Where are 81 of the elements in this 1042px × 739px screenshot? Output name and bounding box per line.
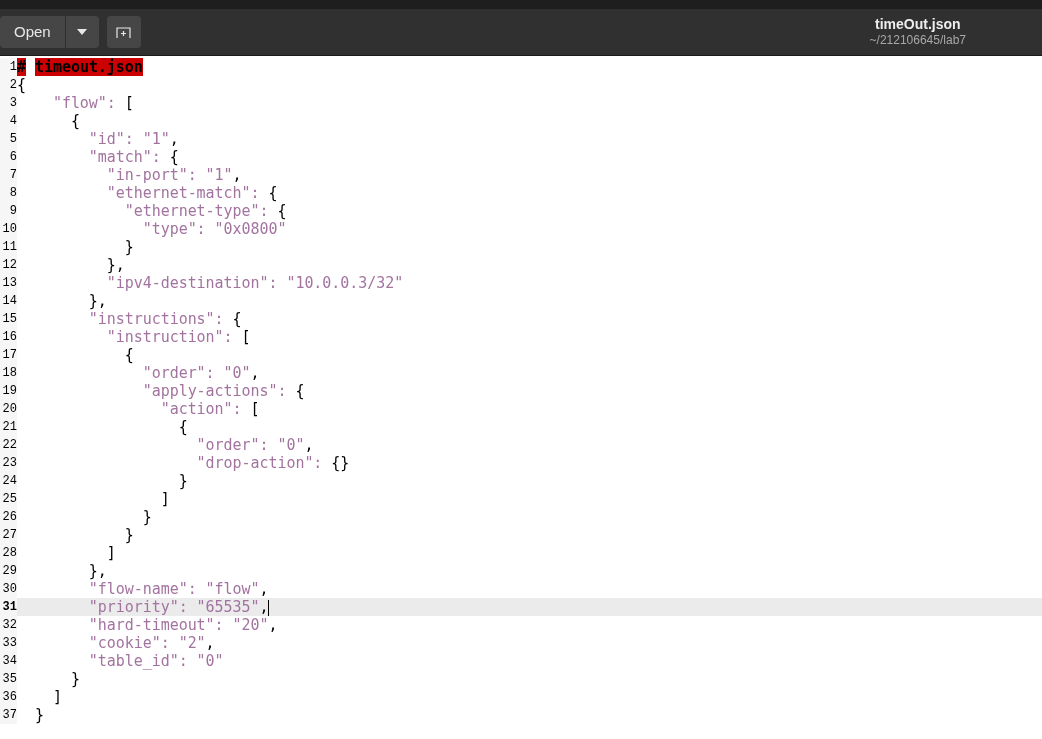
line-number: 32 xyxy=(0,616,17,634)
code-line: }, xyxy=(87,562,107,580)
line-number: 11 xyxy=(0,238,17,256)
line-number: 21 xyxy=(0,418,17,436)
line-number: 23 xyxy=(0,454,17,472)
line-number: 36 xyxy=(0,688,17,706)
line-number: 26 xyxy=(0,508,17,526)
code-line: }, xyxy=(105,256,125,274)
code-line: "instruction": [ xyxy=(105,328,251,346)
code-line: "type": "0x0800" xyxy=(141,220,287,238)
code-line: "action": [ xyxy=(159,400,260,418)
code-line: "id": "1", xyxy=(87,130,179,148)
code-line: "priority": "65535", xyxy=(87,598,270,616)
code-line: "ethernet-match": { xyxy=(105,184,278,202)
line-number: 12 xyxy=(0,256,17,274)
line-number: 15 xyxy=(0,310,17,328)
line-number: 35 xyxy=(0,670,17,688)
code-line: } xyxy=(69,670,80,688)
line-number: 6 xyxy=(0,148,17,166)
code-line: { xyxy=(69,112,80,130)
line-number: 13 xyxy=(0,274,17,292)
caret-icon xyxy=(77,29,88,35)
code-line: } xyxy=(123,526,134,544)
line-number: 1 xyxy=(0,58,17,76)
code-line: } xyxy=(177,472,188,490)
code-line: } xyxy=(123,238,134,256)
code-line: }, xyxy=(87,292,107,310)
code-line: } xyxy=(33,706,44,724)
code-line: "order": "0", xyxy=(195,436,314,454)
code-line: ] xyxy=(105,544,116,562)
line-number: 37 xyxy=(0,706,17,724)
line-number: 20 xyxy=(0,400,17,418)
code-line: ] xyxy=(51,688,62,706)
code-line: "order": "0", xyxy=(141,364,260,382)
line-number: 9 xyxy=(0,202,17,220)
code-line: "flow-name": "flow", xyxy=(87,580,269,598)
line-number: 10 xyxy=(0,220,17,238)
file-path: ~/212106645/lab7 xyxy=(869,33,966,49)
code-line: "match": { xyxy=(87,148,179,166)
line-number: 5 xyxy=(0,130,17,148)
code-line: } xyxy=(141,508,152,526)
line-number: 25 xyxy=(0,490,17,508)
code-line: "drop-action": {} xyxy=(195,454,350,472)
line-number: 3 xyxy=(0,94,17,112)
code-line: "hard-timeout": "20", xyxy=(87,616,278,634)
code-line: "flow": [ xyxy=(51,94,134,112)
new-tab-button[interactable] xyxy=(106,16,141,48)
line-number: 16 xyxy=(0,328,17,346)
code-line: "ipv4-destination": "10.0.0.3/32" xyxy=(105,274,404,292)
line-number: 7 xyxy=(0,166,17,184)
dropdown-button[interactable] xyxy=(64,16,99,48)
code-line: "ethernet-type": { xyxy=(123,202,287,220)
code-line: { xyxy=(17,76,26,94)
line-number: 24 xyxy=(0,472,17,490)
code-line: # timeout.json xyxy=(17,58,143,76)
new-tab-icon xyxy=(115,25,132,39)
line-number: 4 xyxy=(0,112,17,130)
code-line: "apply-actions": { xyxy=(141,382,305,400)
open-button[interactable]: Open xyxy=(0,16,65,48)
code-line: { xyxy=(177,418,188,436)
line-number: 22 xyxy=(0,436,17,454)
line-number: 29 xyxy=(0,562,17,580)
code-line: "in-port": "1", xyxy=(105,166,242,184)
code-line: "table_id": "0" xyxy=(87,652,224,670)
line-number: 34 xyxy=(0,652,17,670)
line-number: 2 xyxy=(0,76,17,94)
line-number: 19 xyxy=(0,382,17,400)
code-line: { xyxy=(123,346,134,364)
code-line: "cookie": "2", xyxy=(87,634,215,652)
line-number: 31 xyxy=(0,598,17,616)
line-number: 17 xyxy=(0,346,17,364)
line-number: 8 xyxy=(0,184,17,202)
line-number: 27 xyxy=(0,526,17,544)
line-number: 33 xyxy=(0,634,17,652)
window-title: timeOut.json xyxy=(875,15,961,34)
code-line: "instructions": { xyxy=(87,310,242,328)
line-number: 28 xyxy=(0,544,17,562)
code-line: ] xyxy=(159,490,170,508)
line-number: 18 xyxy=(0,364,17,382)
line-number: 30 xyxy=(0,580,17,598)
line-number: 14 xyxy=(0,292,17,310)
